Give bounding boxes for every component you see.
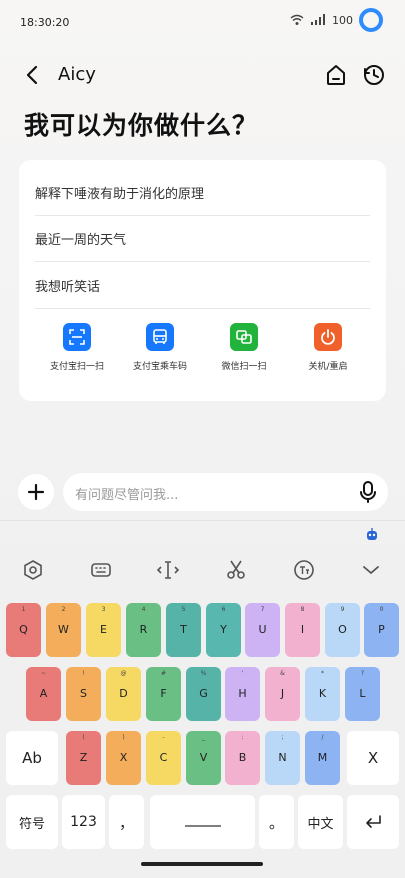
language-key[interactable]: 中文 — [298, 795, 343, 849]
shortcut-power[interactable]: 关机/重启 — [288, 323, 368, 372]
key-q[interactable]: 1Q — [6, 603, 41, 657]
input-placeholder: 有问题尽管问我... — [75, 488, 179, 503]
suggestion-item[interactable]: 我想听笑话 — [35, 263, 370, 309]
history-clock-icon[interactable] — [361, 62, 387, 88]
home-icon[interactable] — [323, 62, 349, 88]
suggestion-item[interactable]: 解释下唾液有助于消化的原理 — [35, 170, 370, 216]
shortcut-row: 支付宝扫一扫 支付宝乘车码 微信扫一扫 关机/重启 — [19, 323, 386, 383]
app-title: Aicy — [58, 64, 96, 85]
assistant-ring-icon — [359, 8, 383, 32]
key-s[interactable]: ! S — [66, 667, 101, 721]
key-w[interactable]: 2W — [46, 603, 81, 657]
shortcut-alipay-bus[interactable]: 支付宝乘车码 — [120, 323, 200, 372]
symbols-key[interactable]: 符号 — [6, 795, 58, 849]
key-o[interactable]: 9O — [325, 603, 360, 657]
shortcut-label: 支付宝乘车码 — [132, 362, 187, 372]
key-l[interactable]: ? L — [345, 667, 380, 721]
key-k[interactable]: * K — [305, 667, 340, 721]
status-time: 18:30:20 — [20, 16, 70, 29]
scissors-icon[interactable] — [224, 558, 248, 582]
key-c[interactable]: -C — [146, 731, 181, 785]
key-m[interactable]: / M — [305, 731, 340, 785]
key-v[interactable]: _ V — [186, 731, 221, 785]
battery-level: 100 — [332, 13, 353, 27]
signal-icon — [311, 14, 325, 25]
enter-key[interactable] — [347, 795, 399, 849]
key-j[interactable]: & J — [265, 667, 300, 721]
space-key[interactable] — [150, 795, 255, 849]
shortcut-label: 关机/重启 — [308, 362, 348, 372]
power-icon — [314, 323, 342, 351]
back-arrow-icon[interactable] — [20, 62, 46, 88]
chevron-down-icon[interactable] — [359, 558, 383, 582]
key-f[interactable]: # F — [146, 667, 181, 721]
keyboard-toolbar — [0, 546, 405, 592]
key-t[interactable]: 5T — [166, 603, 201, 657]
settings-hexagon-icon[interactable] — [21, 558, 45, 582]
key-p[interactable]: 0P — [364, 603, 399, 657]
wifi-icon — [290, 14, 304, 25]
key-b[interactable]: :B — [225, 731, 260, 785]
scan-icon — [63, 323, 91, 351]
keyboard: 1Q 2W 3E 4R 5T 6Y 7U 8I 9O 0P ~ A ! S @ D #… — [0, 546, 405, 878]
shortcut-label: 微信扫一扫 — [221, 362, 267, 372]
suggestion-item[interactable]: 最近一周的天气 — [35, 216, 370, 262]
app-header: Aicy — [0, 58, 405, 94]
shift-key[interactable]: Ab — [6, 731, 58, 785]
translate-icon[interactable] — [292, 558, 316, 582]
key-h[interactable]: ' H — [225, 667, 260, 721]
comma-key[interactable]: ， — [109, 795, 144, 849]
period-key[interactable]: 。 — [259, 795, 294, 849]
shortcut-wechat-scan[interactable]: 微信扫一扫 — [204, 323, 284, 372]
key-d[interactable]: @ D — [106, 667, 141, 721]
keyboard-icon[interactable] — [89, 558, 113, 582]
key-e[interactable]: 3E — [86, 603, 121, 657]
numbers-key[interactable]: 123 — [62, 795, 105, 849]
space-bar-icon — [184, 825, 221, 827]
key-g[interactable]: % G — [186, 667, 221, 721]
suggestion-card: 解释下唾液有助于消化的原理 最近一周的天气 我想听笑话 支付宝扫一扫 支付宝乘车… — [19, 160, 386, 401]
key-n[interactable]: ; N — [265, 731, 300, 785]
wechat-scan-icon — [230, 323, 258, 351]
home-indicator[interactable] — [141, 862, 263, 866]
bus-icon — [146, 323, 174, 351]
key-i[interactable]: 8I — [285, 603, 320, 657]
page-headline: 我可以为你做什么？ — [24, 111, 259, 140]
key-z[interactable]: (Z — [66, 731, 101, 785]
key-x[interactable]: ) X — [106, 731, 141, 785]
robot-icon[interactable] — [365, 528, 379, 542]
plus-icon — [27, 483, 45, 501]
key-u[interactable]: 7U — [245, 603, 280, 657]
cursor-move-icon[interactable] — [156, 558, 180, 582]
shortcut-label: 支付宝扫一扫 — [49, 362, 104, 372]
microphone-icon[interactable] — [360, 481, 376, 503]
key-a[interactable]: ~ A — [26, 667, 61, 721]
divider — [0, 520, 405, 521]
delete-key[interactable]: X — [347, 731, 399, 785]
key-r[interactable]: 4R — [126, 603, 161, 657]
shortcut-alipay-scan[interactable]: 支付宝扫一扫 — [37, 323, 117, 372]
enter-arrow-icon — [366, 815, 381, 828]
status-bar: 18:30:20 100 — [0, 0, 405, 44]
add-button[interactable] — [18, 474, 54, 510]
key-y[interactable]: 6Y — [206, 603, 241, 657]
question-input[interactable]: 有问题尽管问我... — [63, 473, 388, 511]
